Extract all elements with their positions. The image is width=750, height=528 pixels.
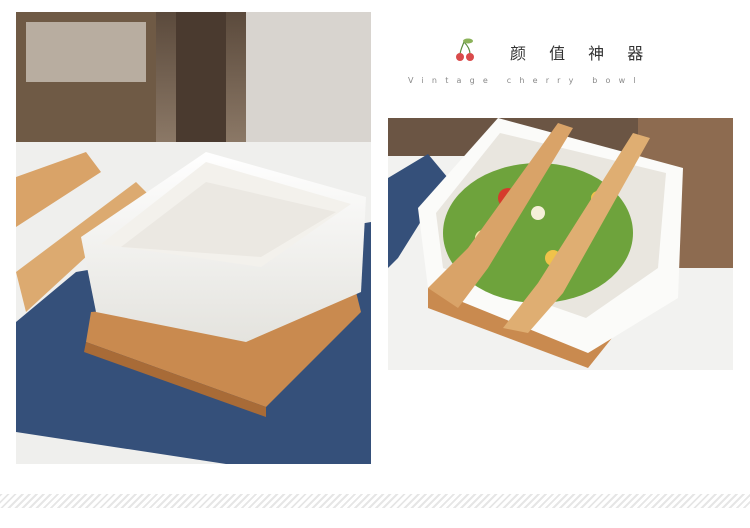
page-subtitle: Vintage cherry bowl: [408, 76, 644, 85]
bowl-empty-image: [16, 12, 371, 464]
decorative-stripe-band: [0, 494, 750, 508]
heading: 颜 值 神 器: [452, 36, 672, 66]
product-photo-left: [16, 12, 371, 464]
page-title: 颜 值 神 器: [510, 44, 653, 63]
cherry-icon: [456, 38, 474, 61]
bowl-salad-image: [388, 118, 733, 370]
product-photo-right: [388, 118, 733, 370]
